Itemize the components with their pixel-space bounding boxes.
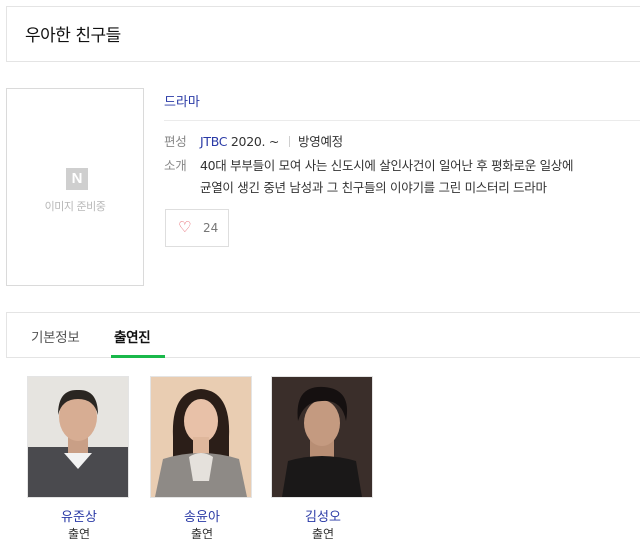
- naver-logo-icon: N: [66, 168, 88, 190]
- broadcast-status: 방영예정: [298, 134, 343, 149]
- broadcast-label: 편성: [164, 134, 187, 149]
- cast-role: 출연: [190, 527, 214, 541]
- summary-line-2: 균열이 생긴 중년 남성과 그 친구들의 이야기를 그린 미스터리 드라마: [200, 180, 547, 195]
- tab-basic-info[interactable]: 기본정보: [31, 326, 80, 346]
- like-button[interactable]: ♡ 24: [165, 209, 229, 247]
- summary-label: 소개: [164, 158, 187, 173]
- cast-role: 출연: [67, 527, 91, 541]
- cast-photo[interactable]: [27, 376, 129, 498]
- cast-role: 출연: [311, 527, 335, 541]
- cast-photo[interactable]: [271, 376, 373, 498]
- broadcast-row: 편성 JTBC 2020. ~ 방영예정: [164, 131, 343, 150]
- cast-name[interactable]: 유준상: [27, 506, 131, 525]
- tab-cast[interactable]: 출연진: [114, 326, 151, 346]
- poster-placeholder[interactable]: N 이미지 준비중: [6, 88, 144, 286]
- summary-line-1: 40대 부부들이 모여 사는 신도시에 살인사건이 일어난 후 평화로운 일상에: [200, 158, 574, 173]
- title-bar: 우아한 친구들: [6, 6, 640, 62]
- poster-caption: 이미지 준비중: [44, 200, 106, 213]
- heart-icon: ♡: [178, 218, 192, 236]
- genre-link[interactable]: 드라마: [164, 91, 200, 110]
- separator: [289, 136, 291, 147]
- channel-link[interactable]: JTBC: [200, 134, 228, 149]
- broadcast-year: 2020. ~: [230, 134, 280, 149]
- divider: [164, 120, 640, 121]
- like-count: 24: [203, 221, 219, 235]
- cast-name[interactable]: 송윤아: [150, 506, 254, 525]
- summary-row: 소개 40대 부부들이 모여 사는 신도시에 살인사건이 일어난 후 평화로운 일…: [164, 155, 573, 174]
- cast-photo[interactable]: [150, 376, 252, 498]
- cast-name[interactable]: 김성오: [271, 506, 375, 525]
- page-title: 우아한 친구들: [25, 26, 121, 46]
- tab-bar: 기본정보 출연진: [6, 312, 640, 358]
- active-tab-indicator: [111, 355, 165, 358]
